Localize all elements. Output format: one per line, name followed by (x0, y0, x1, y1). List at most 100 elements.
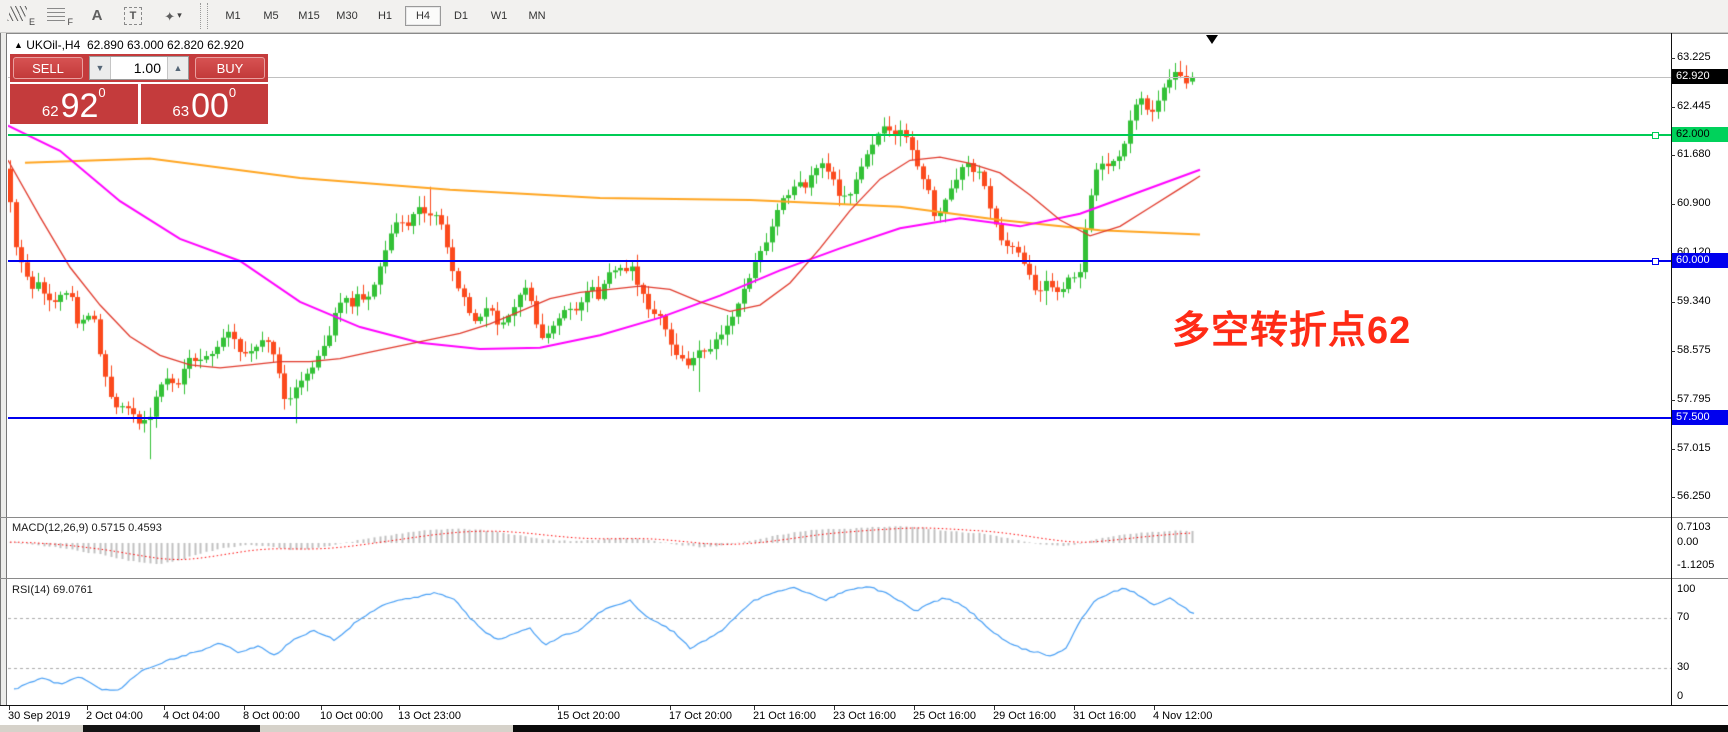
pane-separator[interactable] (0, 517, 1728, 518)
price-axis-label: 57.795 (1677, 393, 1711, 405)
sell-price-sup: 0 (98, 86, 105, 99)
timeframe-button-m1[interactable]: M1 (215, 6, 251, 26)
timeframe-button-m15[interactable]: M15 (291, 6, 327, 26)
ohlc-values: 62.890 63.000 62.820 62.920 (87, 38, 244, 52)
chevron-down-icon: ▾ (177, 2, 182, 28)
buy-price-display[interactable]: 63 00 0 (141, 84, 269, 124)
buy-button[interactable]: BUY (195, 57, 265, 79)
axis-tick-mark (1671, 351, 1675, 352)
pane-separator[interactable] (0, 578, 1728, 579)
level-line-handle[interactable] (1652, 132, 1659, 139)
sell-price-small: 62 (42, 104, 59, 119)
fibonacci-retracement-icon[interactable]: F (42, 4, 76, 28)
icon-sub-label: E (29, 17, 35, 27)
timeframe-button-mn[interactable]: MN (519, 6, 555, 26)
date-axis-label: 23 Oct 16:00 (833, 710, 896, 722)
sell-price-big: 92 (61, 91, 99, 121)
toolbar-separator (200, 3, 208, 29)
date-axis-label: 10 Oct 00:00 (320, 710, 383, 722)
timeframe-button-d1[interactable]: D1 (443, 6, 479, 26)
bottom-strip-segment (83, 725, 260, 732)
date-axis-label: 13 Oct 23:00 (398, 710, 461, 722)
symbol-period: UKOil-,H4 (26, 38, 80, 52)
price-axis-label: 60.900 (1677, 197, 1711, 209)
timeframe-button-h1[interactable]: H1 (367, 6, 403, 26)
date-axis[interactable]: 30 Sep 2019 2 Oct 04:00 4 Oct 04:00 8 Oct 0… (0, 706, 1728, 725)
rsi-axis-label: 0 (1677, 690, 1683, 702)
macd-header: MACD(12,26,9) 0.5715 0.4593 (12, 522, 162, 534)
collapse-arrow-icon: ▲ (14, 40, 23, 50)
volume-increase-button[interactable]: ▲ (167, 57, 188, 79)
date-axis-label: 25 Oct 16:00 (913, 710, 976, 722)
price-axis-label: 57.015 (1677, 442, 1711, 454)
timeframe-button-m5[interactable]: M5 (253, 6, 289, 26)
timeframe-row: M1M5M15M30H1H4D1W1MN (214, 0, 556, 32)
rsi-pane-canvas[interactable] (8, 580, 1671, 705)
macd-axis-label: -1.1205 (1677, 559, 1714, 571)
axis-tick-mark (1671, 449, 1675, 450)
volume-decrease-button[interactable]: ▼ (90, 57, 111, 79)
chart-text-annotation: 多空转折点62 (1172, 299, 1411, 354)
macd-axis-label: 0.7103 (1677, 521, 1711, 533)
price-badge-62.000: 62.000 (1672, 127, 1728, 142)
price-badge-60.000: 60.000 (1672, 253, 1728, 268)
mt4-terminal: E F A T ✦ ▾ M1M5M15M30H1H4D1W1MN ▲ UKOil… (0, 0, 1728, 732)
dots-glyph (47, 7, 65, 21)
text-box-icon[interactable]: T (118, 4, 152, 28)
arrows-glyph: ✦ (164, 6, 175, 28)
chart-title: ▲ UKOil-,H4 62.890 63.000 62.820 62.920 (14, 38, 244, 52)
text-label-icon[interactable]: A (80, 4, 114, 28)
price-badge-57.500: 57.500 (1672, 410, 1728, 425)
buy-price-big: 00 (191, 91, 229, 121)
arrows-icon[interactable]: ✦ ▾ (156, 4, 190, 28)
level-line-57.5[interactable] (8, 417, 1671, 419)
buy-price-small: 63 (172, 104, 189, 119)
level-line-handle[interactable] (1652, 258, 1659, 265)
one-click-trading-panel: SELL ▼ 1.00 ▲ BUY 62 92 0 63 00 0 (10, 54, 268, 124)
icon-sub-label: F (68, 17, 74, 27)
macd-pane-canvas[interactable] (8, 519, 1671, 578)
price-axis-label: 59.340 (1677, 295, 1711, 307)
price-axis-label: 61.680 (1677, 148, 1711, 160)
timeframe-button-w1[interactable]: W1 (481, 6, 517, 26)
trade-panel-prices: 62 92 0 63 00 0 (10, 84, 268, 124)
toolbar: E F A T ✦ ▾ M1M5M15M30H1H4D1W1MN (0, 0, 1728, 33)
bottom-strip-segment (513, 725, 1728, 732)
left-splitter[interactable] (0, 33, 7, 725)
level-line-62[interactable] (8, 134, 1671, 136)
date-axis-label: 31 Oct 16:00 (1073, 710, 1136, 722)
hatch-glyph (7, 6, 27, 21)
price-badge-62.920: 62.920 (1672, 69, 1728, 84)
volume-input[interactable]: 1.00 (111, 60, 167, 76)
price-axis-label: 58.575 (1677, 344, 1711, 356)
timeframe-button-m30[interactable]: M30 (329, 6, 365, 26)
date-axis-label: 15 Oct 20:00 (557, 710, 620, 722)
sell-button[interactable]: SELL (13, 57, 83, 79)
axis-tick-mark (1671, 497, 1675, 498)
rsi-axis-label: 30 (1677, 661, 1689, 673)
chart-shift-marker-icon (1206, 35, 1218, 44)
timeframe-button-h4[interactable]: H4 (405, 6, 441, 26)
axis-tick-mark (1671, 107, 1675, 108)
date-axis-label: 8 Oct 00:00 (243, 710, 300, 722)
rsi-axis-label: 100 (1677, 583, 1695, 595)
date-axis-label: 21 Oct 16:00 (753, 710, 816, 722)
sell-price-display[interactable]: 62 92 0 (10, 84, 138, 124)
date-axis-label: 30 Sep 2019 (8, 710, 70, 722)
date-axis-label: 29 Oct 16:00 (993, 710, 1056, 722)
axis-tick-mark (1671, 400, 1675, 401)
icon-letter: A (92, 4, 103, 28)
equidistant-channel-icon[interactable]: E (4, 4, 38, 28)
date-axis-label: 2 Oct 04:00 (86, 710, 143, 722)
icon-boxed-letter: T (124, 7, 142, 25)
level-line-60[interactable] (8, 260, 1671, 262)
price-axis-label: 62.445 (1677, 100, 1711, 112)
volume-spinner: ▼ 1.00 ▲ (89, 56, 189, 80)
axis-tick-mark (1671, 302, 1675, 303)
rsi-header: RSI(14) 69.0761 (12, 584, 93, 596)
price-axis-label: 63.225 (1677, 51, 1711, 63)
rsi-axis-label: 70 (1677, 611, 1689, 623)
axis-tick-mark (1671, 58, 1675, 59)
axis-tick-mark (1671, 155, 1675, 156)
date-axis-label: 4 Oct 04:00 (163, 710, 220, 722)
